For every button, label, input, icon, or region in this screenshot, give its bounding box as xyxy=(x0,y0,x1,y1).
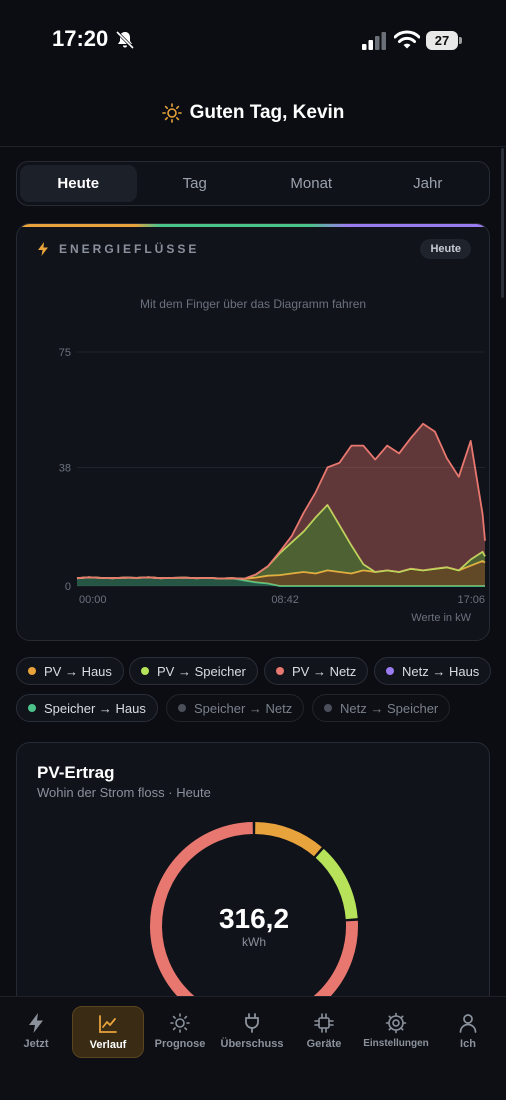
legend-chip-speicher-haus[interactable]: Speicher → Haus xyxy=(16,694,158,722)
wifi-icon xyxy=(394,30,420,49)
legend-label: PV → Speicher xyxy=(157,663,246,679)
segment-heute[interactable]: Heute xyxy=(20,165,137,202)
battery-tip xyxy=(459,37,462,44)
tab-label: Verlauf xyxy=(89,1039,127,1051)
legend-chip-speicher-netz[interactable]: Speicher → Netz xyxy=(166,694,305,722)
sun-icon xyxy=(170,1013,190,1033)
pv-total-value: 316,2 xyxy=(218,903,290,934)
greeting-text: Guten Tag, Kevin xyxy=(189,102,345,123)
x-tick-label: 17:06 xyxy=(457,594,485,606)
y-tick-label: 0 xyxy=(65,581,71,593)
tab-label: Einstellungen xyxy=(363,1038,429,1049)
legend-label: Netz → Haus xyxy=(402,663,480,679)
tab-jetzt[interactable]: Jetzt xyxy=(0,1006,72,1058)
legend-label: Netz → Speicher xyxy=(340,700,439,716)
period-badge: Heute xyxy=(420,239,471,259)
legend-dot xyxy=(324,704,332,712)
plug-icon xyxy=(245,1013,259,1033)
card-header: ENERGIEFLÜSSE xyxy=(37,242,199,256)
tab-verlauf[interactable]: Verlauf xyxy=(72,1006,144,1058)
segment-monat[interactable]: Monat xyxy=(253,165,370,202)
battery-indicator: 27 xyxy=(426,31,462,50)
legend-label: Speicher → Haus xyxy=(44,700,146,716)
pv-card-title: PV-Ertrag xyxy=(37,763,115,782)
unit-note: Werte in kW xyxy=(411,612,471,624)
legend-dot xyxy=(141,667,149,675)
legend-chip-netz-haus[interactable]: Netz → Haus xyxy=(374,657,492,685)
header-divider xyxy=(0,146,506,147)
card-title: ENERGIEFLÜSSE xyxy=(59,242,200,256)
tab-ich[interactable]: Ich xyxy=(432,1006,504,1058)
bolt-icon xyxy=(29,1013,43,1033)
line-chart-icon xyxy=(99,1015,117,1033)
tab-ueberschuss[interactable]: Überschuss xyxy=(216,1006,288,1058)
legend-dot xyxy=(276,667,284,675)
legend-dot xyxy=(386,667,394,675)
tab-prognose[interactable]: Prognose xyxy=(144,1006,216,1058)
signal-icon xyxy=(362,32,386,50)
legend-label: PV → Haus xyxy=(44,663,112,679)
legend-chip-netz-speicher[interactable]: Netz → Speicher xyxy=(312,694,451,722)
energy-flow-card: ENERGIEFLÜSSE Heute Mit dem Finger über … xyxy=(16,223,490,641)
card-accent-bar xyxy=(17,224,489,227)
greeting-header: Guten Tag, Kevin xyxy=(0,100,506,126)
bolt-icon xyxy=(38,242,48,256)
segment-jahr[interactable]: Jahr xyxy=(370,165,487,202)
tab-geraete[interactable]: Geräte xyxy=(288,1006,360,1058)
tab-label: Überschuss xyxy=(220,1038,284,1050)
legend-chip-pv-haus[interactable]: PV → Haus xyxy=(16,657,124,685)
pv-total-unit: kWh xyxy=(242,935,266,949)
scrollbar[interactable] xyxy=(501,148,504,298)
gear-icon xyxy=(385,1012,407,1034)
segment-tag[interactable]: Tag xyxy=(137,165,254,202)
status-bar: 17:20 27 xyxy=(0,0,506,84)
tab-label: Ich xyxy=(460,1038,476,1050)
battery-level: 27 xyxy=(426,31,458,50)
tab-einstellungen[interactable]: Einstellungen xyxy=(360,1006,432,1058)
tab-label: Geräte xyxy=(306,1038,342,1050)
y-tick-label: 38 xyxy=(59,462,71,474)
legend-dot xyxy=(28,704,36,712)
chart-hint: Mit dem Finger über das Diagramm fahren xyxy=(139,297,367,311)
bottom-tab-bar: Jetzt Verlauf Prognose Überschuss Geräte… xyxy=(0,996,506,1100)
legend-label: Speicher → Netz xyxy=(194,700,293,716)
energy-flow-chart[interactable]: 0 38 75 00:00 08:42 17:06 xyxy=(17,324,490,624)
tab-label: Prognose xyxy=(154,1038,206,1050)
x-tick-label: 08:42 xyxy=(271,594,299,606)
status-time: 17:20 xyxy=(52,26,109,51)
legend-label: PV → Netz xyxy=(292,663,357,679)
pv-card-subtitle: Wohin der Strom floss · Heute xyxy=(37,785,211,800)
legend-dot xyxy=(178,704,186,712)
y-tick-label: 75 xyxy=(59,347,71,359)
period-segmented-control: Heute Tag Monat Jahr xyxy=(16,161,490,206)
person-icon xyxy=(459,1014,477,1033)
donut-segment-0[interactable] xyxy=(254,822,322,857)
legend-dot xyxy=(28,667,36,675)
chip-icon xyxy=(314,1013,334,1033)
tab-label: Jetzt xyxy=(23,1038,49,1050)
legend-chip-pv-speicher[interactable]: PV → Speicher xyxy=(129,657,258,685)
sun-icon xyxy=(161,103,182,123)
x-tick-label: 00:00 xyxy=(79,594,107,606)
bell-slash-icon xyxy=(115,30,135,50)
legend-chip-pv-netz[interactable]: PV → Netz xyxy=(264,657,369,685)
